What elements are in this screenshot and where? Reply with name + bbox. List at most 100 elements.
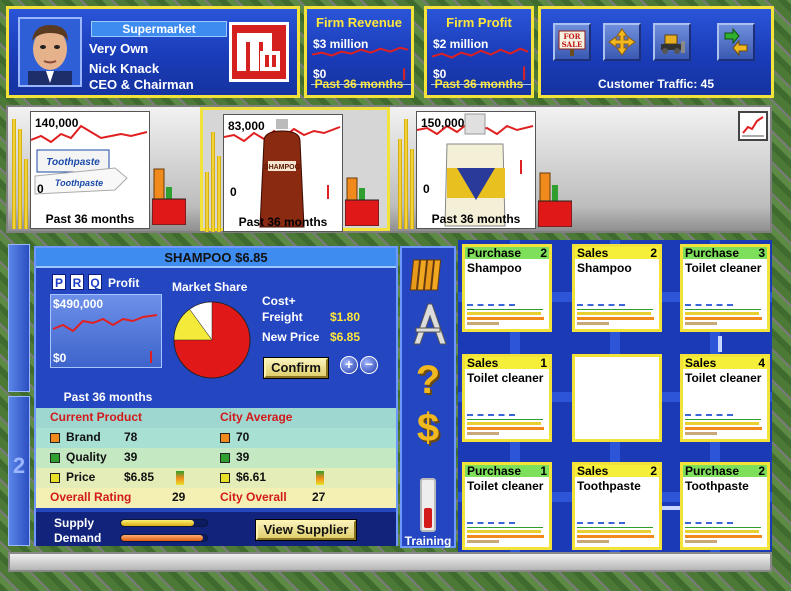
firm-name: Very Own [89,41,149,56]
overall-rating-label: Overall Rating [50,490,132,504]
product-slot-shampoo[interactable]: SHAMPOO 83,000 0 Past 36 months [200,107,390,232]
price-city-swatch [220,473,230,483]
quality-row: Quality 39 39 [36,448,396,468]
firm-profit-panel[interactable]: Firm Profit $2 million $0 Past 36 months [424,6,534,98]
firm-revenue-title: Firm Revenue [316,15,402,30]
city-overall-value: 27 [312,490,326,504]
unit-type-label: Purchase [685,464,740,478]
supply-label: Supply [54,516,95,530]
product-zero-value: 0 [230,185,237,199]
firm-revenue-panel[interactable]: Firm Revenue $3 million $0 Past 36 month… [304,6,414,98]
unit-sales[interactable]: Sales 1 Toilet cleaner [462,354,552,442]
unit-type-header: Purchase 2 [683,465,767,477]
relocate-button[interactable] [717,23,755,61]
product-slot-toilet-cleaner[interactable]: 150,000 0 Past 36 months [394,107,584,231]
product-rating-bars [538,172,572,227]
unit-level: 3 [758,246,765,260]
price-decrease-button[interactable]: − [360,356,378,374]
confirm-button[interactable]: Confirm [263,357,329,379]
profit-max-value: $490,000 [53,297,104,311]
price-current-value: $6.85 [124,470,155,484]
market-share-label: Market Share [172,280,248,294]
profit-footer: Past 36 months [63,390,153,404]
firm-profit-footer: Past 36 months [434,77,524,91]
product-slot-toothpaste[interactable]: Toothpaste Toothpaste 140,000 0 Past 36 … [8,107,198,231]
unit-type-header: Purchase 1 [465,465,549,477]
product-max-value: 83,000 [228,119,265,133]
svg-text:SALE: SALE [562,40,583,49]
line-chart-icon [742,116,764,137]
unit-sales[interactable]: Sales 4 Toilet cleaner [680,354,770,442]
finance-button[interactable]: $ [402,406,454,450]
quality-swatch [50,453,60,463]
supply-bar [120,519,208,527]
new-price-value: $6.85 [330,330,361,344]
profit-zero-value: $0 [53,351,67,365]
brand-city-swatch [220,433,230,443]
unit-sales[interactable]: Sales 2 Toothpaste [572,462,662,550]
unit-sales[interactable]: Sales 2 Shampoo [572,244,662,332]
status-bar [8,552,772,572]
view-supplier-button[interactable]: View Supplier [255,519,357,541]
demand-label: Demand [54,531,102,545]
books-icon [409,259,442,291]
advertising-button[interactable] [402,302,454,351]
unit-status-bars [467,412,547,435]
bulldozer-icon [661,34,685,54]
books-button[interactable] [402,256,454,299]
unit-empty[interactable] [572,354,662,442]
unit-level: 4 [758,356,765,370]
sales-bars [205,116,221,232]
unit-status-bars [685,302,765,325]
unit-level: 2 [650,464,657,478]
demand-bar [120,534,208,542]
training-label: Training [404,534,452,548]
firm-logo[interactable] [229,22,289,82]
compass-icon [413,303,447,345]
svg-text:Toothpaste: Toothpaste [55,178,103,188]
product-sales-graph: Toothpaste Toothpaste 140,000 0 Past 36 … [30,111,150,229]
brand-city-value: 70 [236,430,250,444]
product-slot-empty[interactable] [586,107,770,231]
demand-bar-fill [121,535,203,541]
ceo-name: Nick Knack [89,61,160,76]
bulldoze-button[interactable] [653,23,691,61]
brand-label: Brand [66,430,101,444]
unit-purchase[interactable]: Purchase 1 Toilet cleaner [462,462,552,550]
quality-city-value: 39 [236,450,250,464]
unit-type-label: Purchase [467,464,522,478]
revenue-view-button[interactable]: R [70,274,84,290]
unit-level: 2 [758,464,765,478]
side-tab-1[interactable] [8,244,30,392]
unit-status-bars [685,520,765,543]
product-max-value: 150,000 [421,116,465,130]
city-overall-label: City Overall [220,490,287,504]
move-button[interactable] [603,23,641,61]
for-sale-button[interactable]: FOR SALE [553,23,591,61]
unit-type-label: Purchase [685,246,740,260]
firm-header-panel: Supermarket Very Own Nick Knack CEO & Ch… [6,6,300,98]
unit-purchase[interactable]: Purchase 2 Toothpaste [680,462,770,550]
product-graph-footer: Past 36 months [238,215,328,229]
customer-traffic: Customer Traffic: 45 [597,77,715,91]
price-increase-button[interactable]: + [340,356,358,374]
unit-product-name: Shampoo [467,261,522,275]
ceo-portrait[interactable] [18,17,82,87]
unit-purchase[interactable]: Purchase 3 Toilet cleaner [680,244,770,332]
firm-profit-title: Firm Profit [446,15,512,30]
training-thermometer[interactable] [420,478,436,532]
unit-type-header: Sales 2 [575,247,659,259]
price-label: Price [66,470,96,484]
quantity-view-button[interactable]: Q [88,274,102,290]
unit-purchase[interactable]: Purchase 2 Shampoo [462,244,552,332]
product-max-value: 140,000 [35,116,79,130]
chart-view-button[interactable] [738,111,768,141]
product-rating-bars [152,168,186,225]
unit-product-name: Toilet cleaner [685,261,762,275]
side-tab-2[interactable]: 2 [8,396,30,546]
profit-view-button[interactable]: P [52,274,66,290]
unit-product-name: Toilet cleaner [685,371,762,385]
help-button[interactable]: ? [402,358,454,402]
overall-rating-value: 29 [172,490,186,504]
unit-level: 1 [540,464,547,478]
